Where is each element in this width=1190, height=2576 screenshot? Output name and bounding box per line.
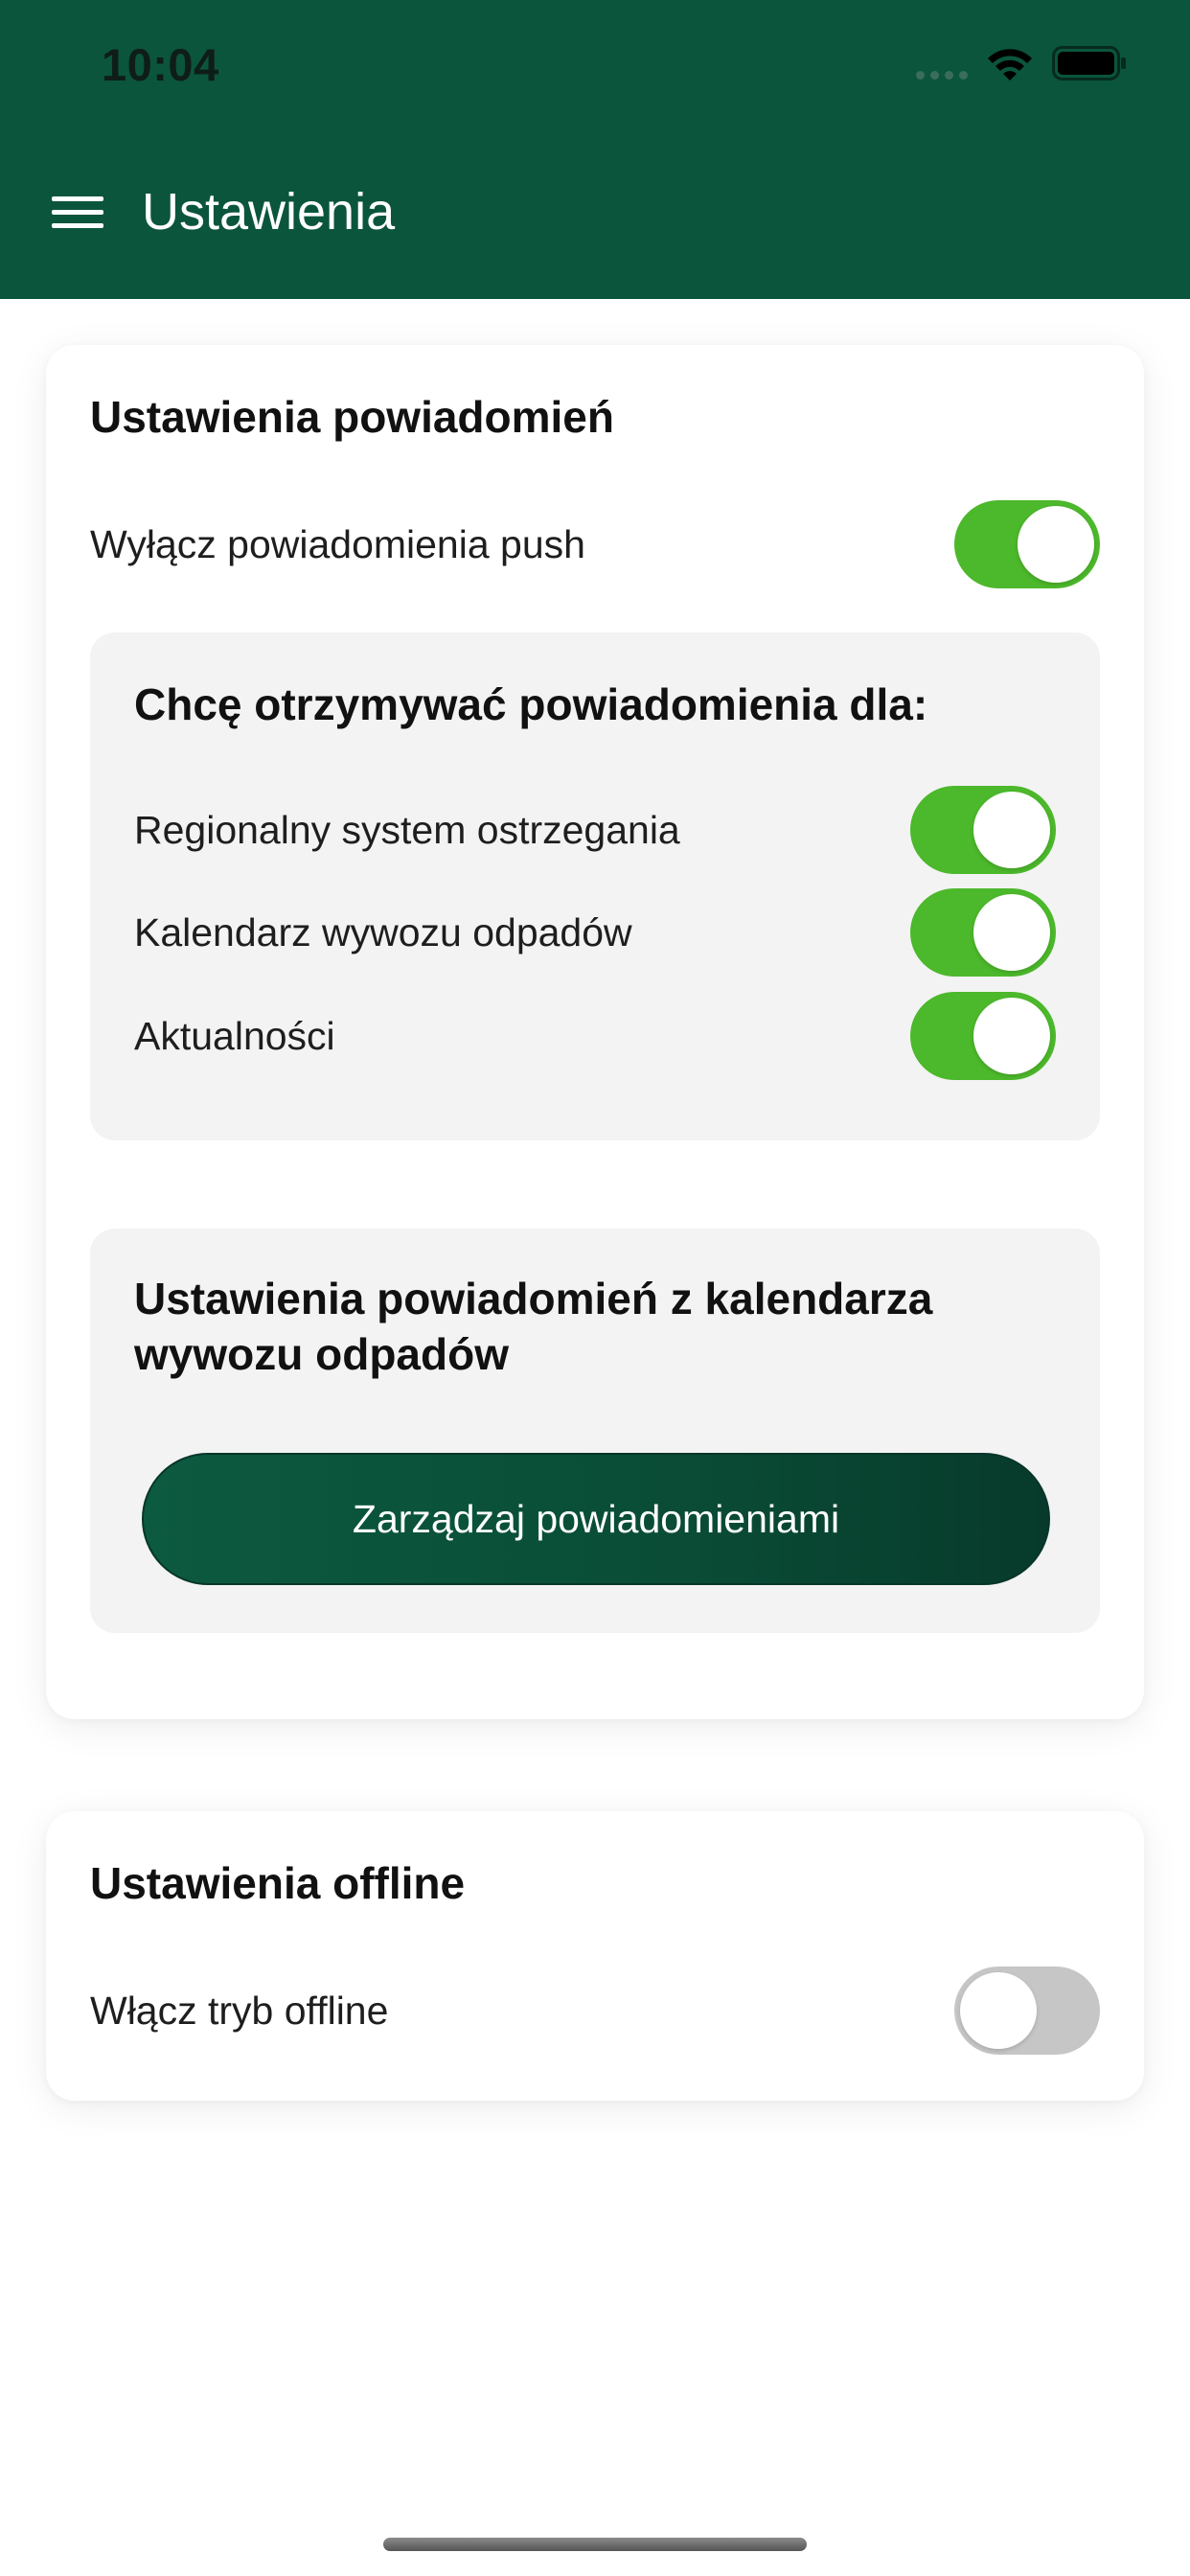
- app-header: 10:04 Ustawienia: [0, 0, 1190, 299]
- toggle-knob: [973, 792, 1050, 868]
- push-toggle-label: Wyłącz powiadomienia push: [90, 522, 585, 566]
- toggle-knob: [960, 1972, 1037, 2049]
- cellular-signal-icon: [916, 71, 968, 80]
- category-label-warning-system: Regionalny system ostrzegania: [134, 808, 680, 852]
- waste-calendar-title: Ustawienia powiadomień z kalendarza wywo…: [134, 1274, 933, 1379]
- page-title: Ustawienia: [142, 183, 396, 241]
- notification-settings-card: Ustawienia powiadomień Wyłącz powiadomie…: [46, 345, 1144, 1719]
- waste-calendar-panel: Ustawienia powiadomień z kalendarza wywo…: [90, 1229, 1100, 1633]
- manage-notifications-button[interactable]: Zarządzaj powiadomieniami: [142, 1453, 1050, 1585]
- notification-settings-title: Ustawienia powiadomień: [90, 392, 614, 442]
- toggle-knob: [973, 998, 1050, 1074]
- offline-mode-toggle[interactable]: [954, 1966, 1100, 2055]
- toggle-knob: [1018, 506, 1094, 583]
- battery-icon: [1052, 46, 1126, 80]
- warning-system-toggle[interactable]: [910, 786, 1056, 874]
- offline-toggle-label: Włącz tryb offline: [90, 1989, 389, 2033]
- offline-settings-card: Ustawienia offline Włącz tryb offline: [46, 1811, 1144, 2101]
- hamburger-menu-icon[interactable]: [52, 196, 103, 229]
- news-toggle[interactable]: [910, 992, 1056, 1080]
- category-label-news: Aktualności: [134, 1014, 335, 1058]
- toggle-knob: [973, 894, 1050, 971]
- push-notifications-toggle[interactable]: [954, 500, 1100, 588]
- category-label-waste-calendar: Kalendarz wywozu odpadów: [134, 910, 632, 954]
- notification-categories-panel: Chcę otrzymywać powiadomienia dla: Regio…: [90, 632, 1100, 1140]
- status-time: 10:04: [102, 39, 219, 90]
- categories-title: Chcę otrzymywać powiadomienia dla:: [134, 679, 928, 729]
- waste-calendar-toggle[interactable]: [910, 888, 1056, 977]
- home-indicator[interactable]: [383, 2538, 807, 2551]
- wifi-icon: [988, 49, 1032, 80]
- offline-settings-title: Ustawienia offline: [90, 1858, 466, 1908]
